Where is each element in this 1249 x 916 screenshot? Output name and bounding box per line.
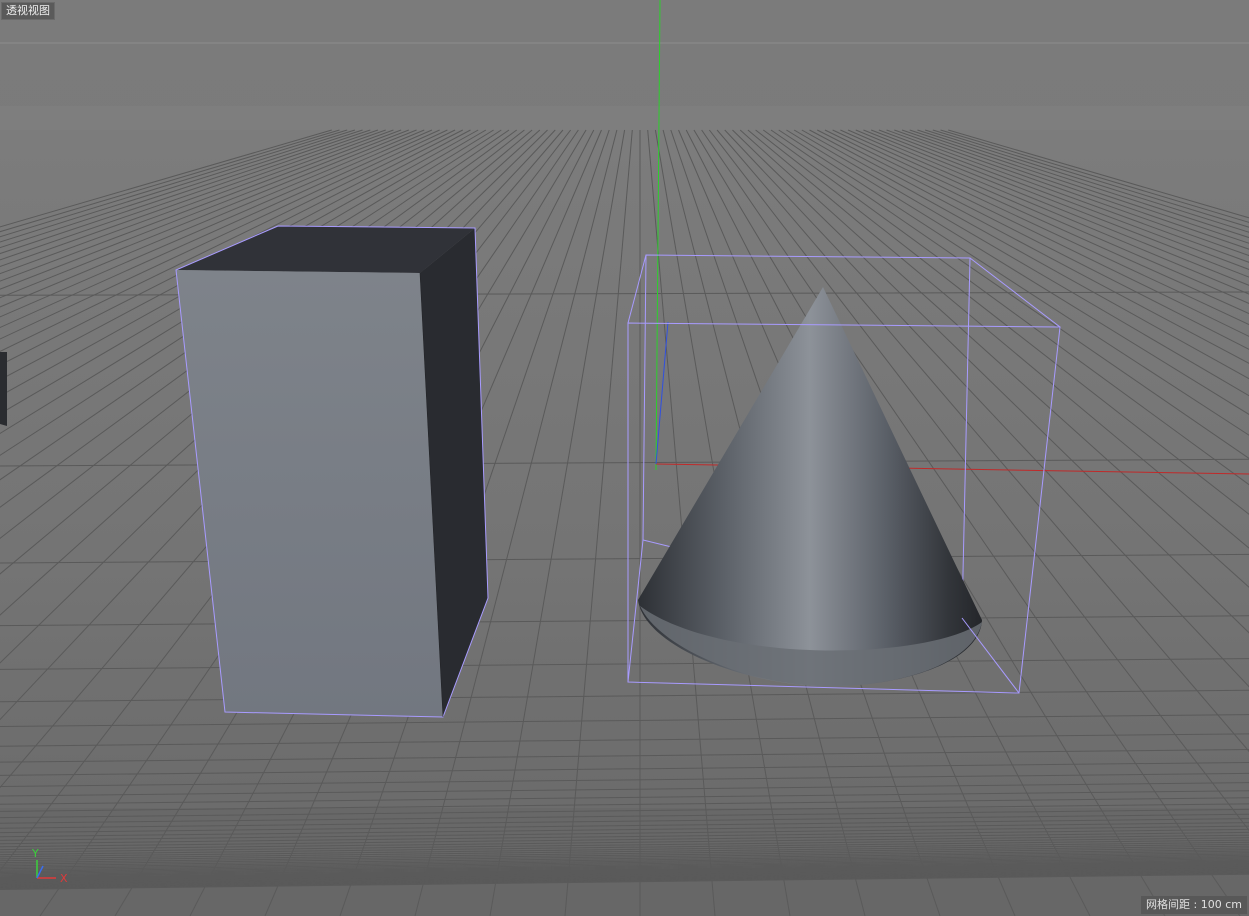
- horizon-band: [0, 106, 1249, 132]
- viewport-canvas[interactable]: Y X: [0, 0, 1249, 916]
- view-name-label[interactable]: 透视视图: [1, 2, 55, 20]
- grid-spacing-label: 网格间距 : 100 cm: [1141, 896, 1247, 914]
- axis-widget-x-label: X: [60, 872, 68, 885]
- offscreen-object-partial[interactable]: [0, 352, 7, 426]
- axis-widget-y-label: Y: [31, 847, 39, 860]
- floor-plane: [0, 130, 1249, 916]
- cube-object[interactable]: [175, 225, 489, 718]
- perspective-viewport[interactable]: Y X 透视视图 网格间距 : 100 cm: [0, 0, 1249, 916]
